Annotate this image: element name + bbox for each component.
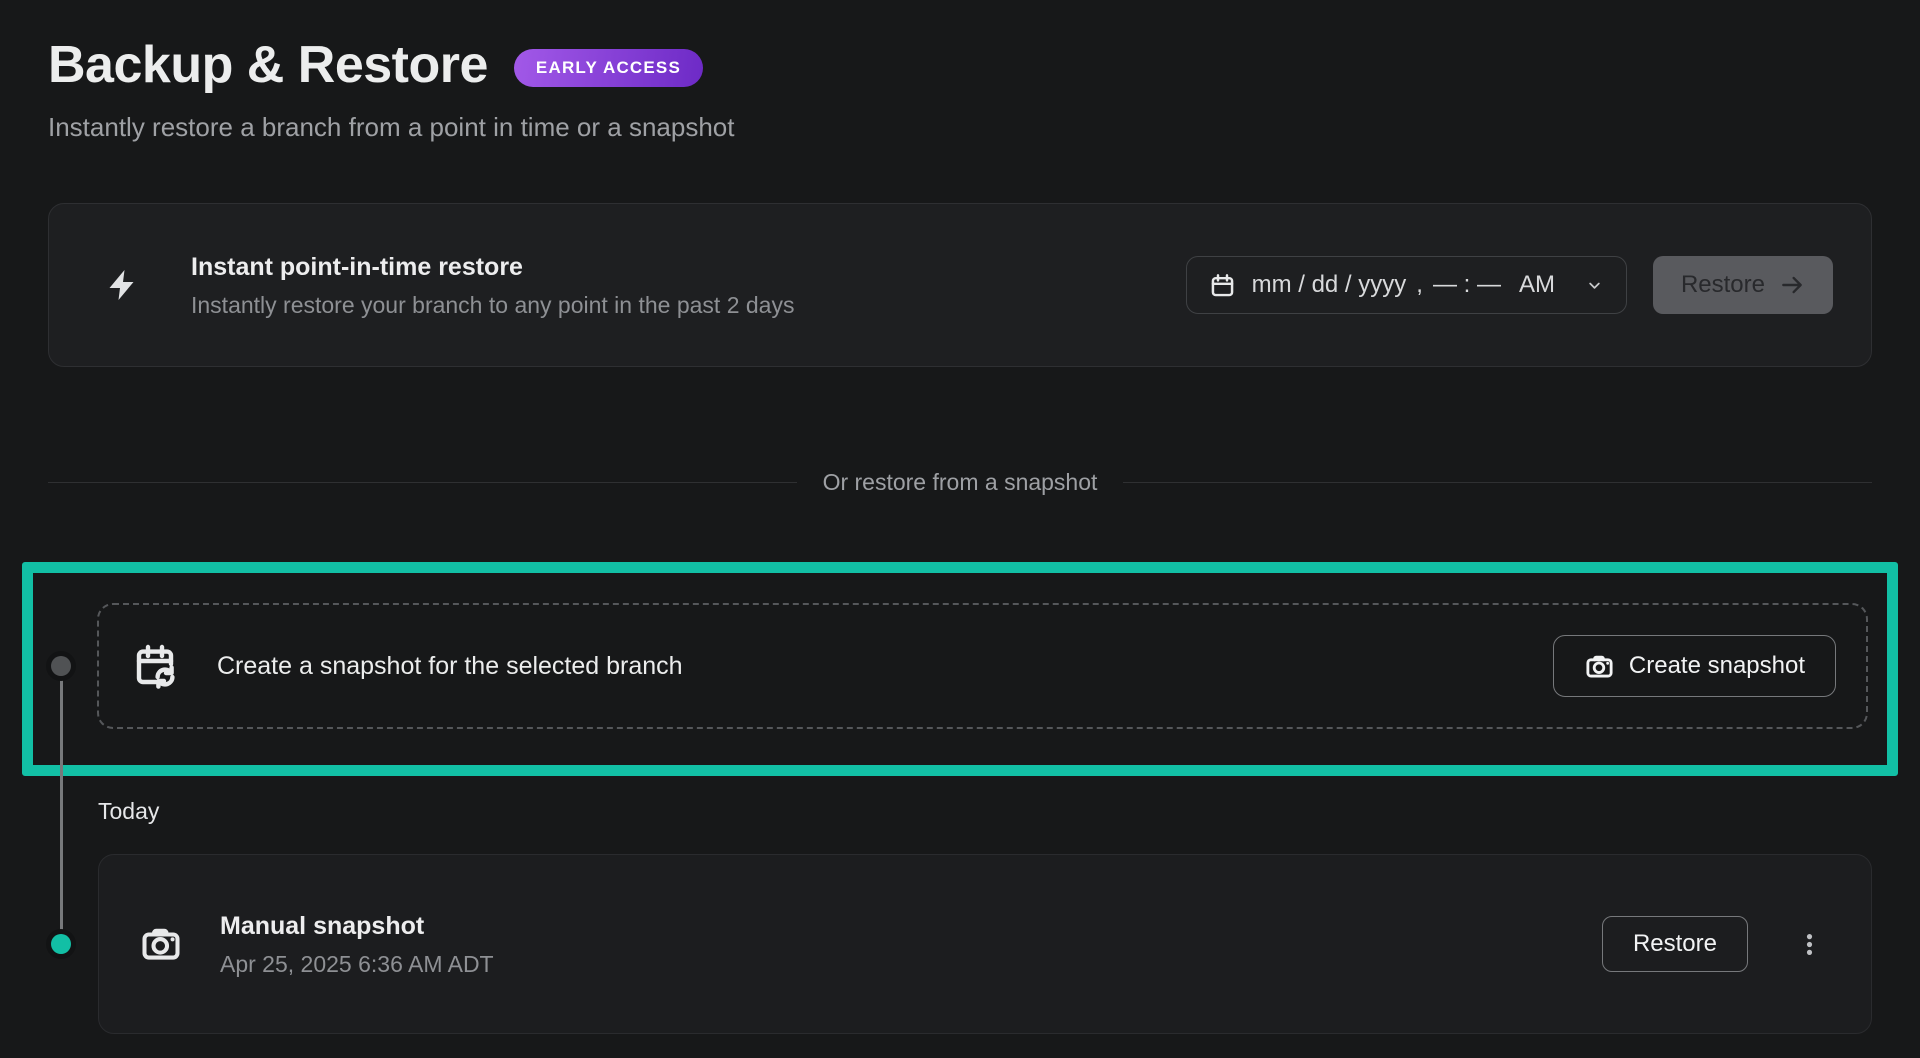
snapshot-timestamp: Apr 25, 2025 6:36 AM ADT: [220, 950, 494, 978]
timeline-line: [60, 666, 63, 945]
calendar-icon: [1209, 272, 1236, 299]
create-snapshot-button[interactable]: Create snapshot: [1553, 635, 1836, 697]
create-snapshot-label: Create a snapshot for the selected branc…: [217, 652, 683, 681]
pitr-card: Instant point-in-time restore Instantly …: [48, 203, 1872, 367]
calendar-sync-icon: [131, 642, 179, 690]
timeline-dot-pending: [51, 656, 71, 676]
snapshot-divider: Or restore from a snapshot: [48, 469, 1872, 496]
arrow-right-icon: [1779, 272, 1805, 298]
divider-line-left: [48, 482, 797, 484]
page-header: Backup & Restore EARLY ACCESS Instantly …: [48, 36, 1872, 143]
divider-line-right: [1123, 482, 1872, 484]
chevron-down-icon[interactable]: [1585, 276, 1604, 295]
pitr-description: Instantly restore your branch to any poi…: [191, 291, 794, 319]
snapshot-timeline-section: Create a snapshot for the selected branc…: [48, 562, 1872, 1034]
pitr-restore-button[interactable]: Restore: [1653, 256, 1833, 314]
divider-label: Or restore from a snapshot: [797, 469, 1124, 496]
lightning-bolt-icon: [105, 261, 141, 309]
create-snapshot-card: Create a snapshot for the selected branc…: [97, 603, 1868, 729]
snapshot-restore-button[interactable]: Restore: [1602, 916, 1748, 972]
page-title: Backup & Restore: [48, 36, 488, 94]
early-access-badge: EARLY ACCESS: [514, 49, 703, 87]
camera-icon: [1584, 651, 1615, 682]
backup-restore-page: Backup & Restore EARLY ACCESS Instantly …: [0, 0, 1920, 1058]
pitr-restore-label: Restore: [1681, 271, 1765, 299]
pitr-title: Instant point-in-time restore: [191, 251, 794, 283]
timeline-group-label: Today: [98, 796, 1872, 826]
timeline-dot-current: [51, 934, 71, 954]
create-snapshot-button-label: Create snapshot: [1629, 652, 1805, 680]
page-subtitle: Instantly restore a branch from a point …: [48, 112, 1872, 143]
datetime-input[interactable]: mm / dd / yyyy,— : —AM: [1186, 256, 1627, 314]
snapshot-item-card: Manual snapshot Apr 25, 2025 6:36 AM ADT…: [98, 854, 1872, 1034]
kebab-menu-icon[interactable]: [1792, 927, 1827, 962]
camera-icon: [139, 922, 183, 966]
create-snapshot-highlight: Create a snapshot for the selected branc…: [22, 562, 1898, 776]
datetime-placeholder: mm / dd / yyyy,— : —AM: [1252, 271, 1555, 299]
snapshot-title: Manual snapshot: [220, 910, 494, 942]
